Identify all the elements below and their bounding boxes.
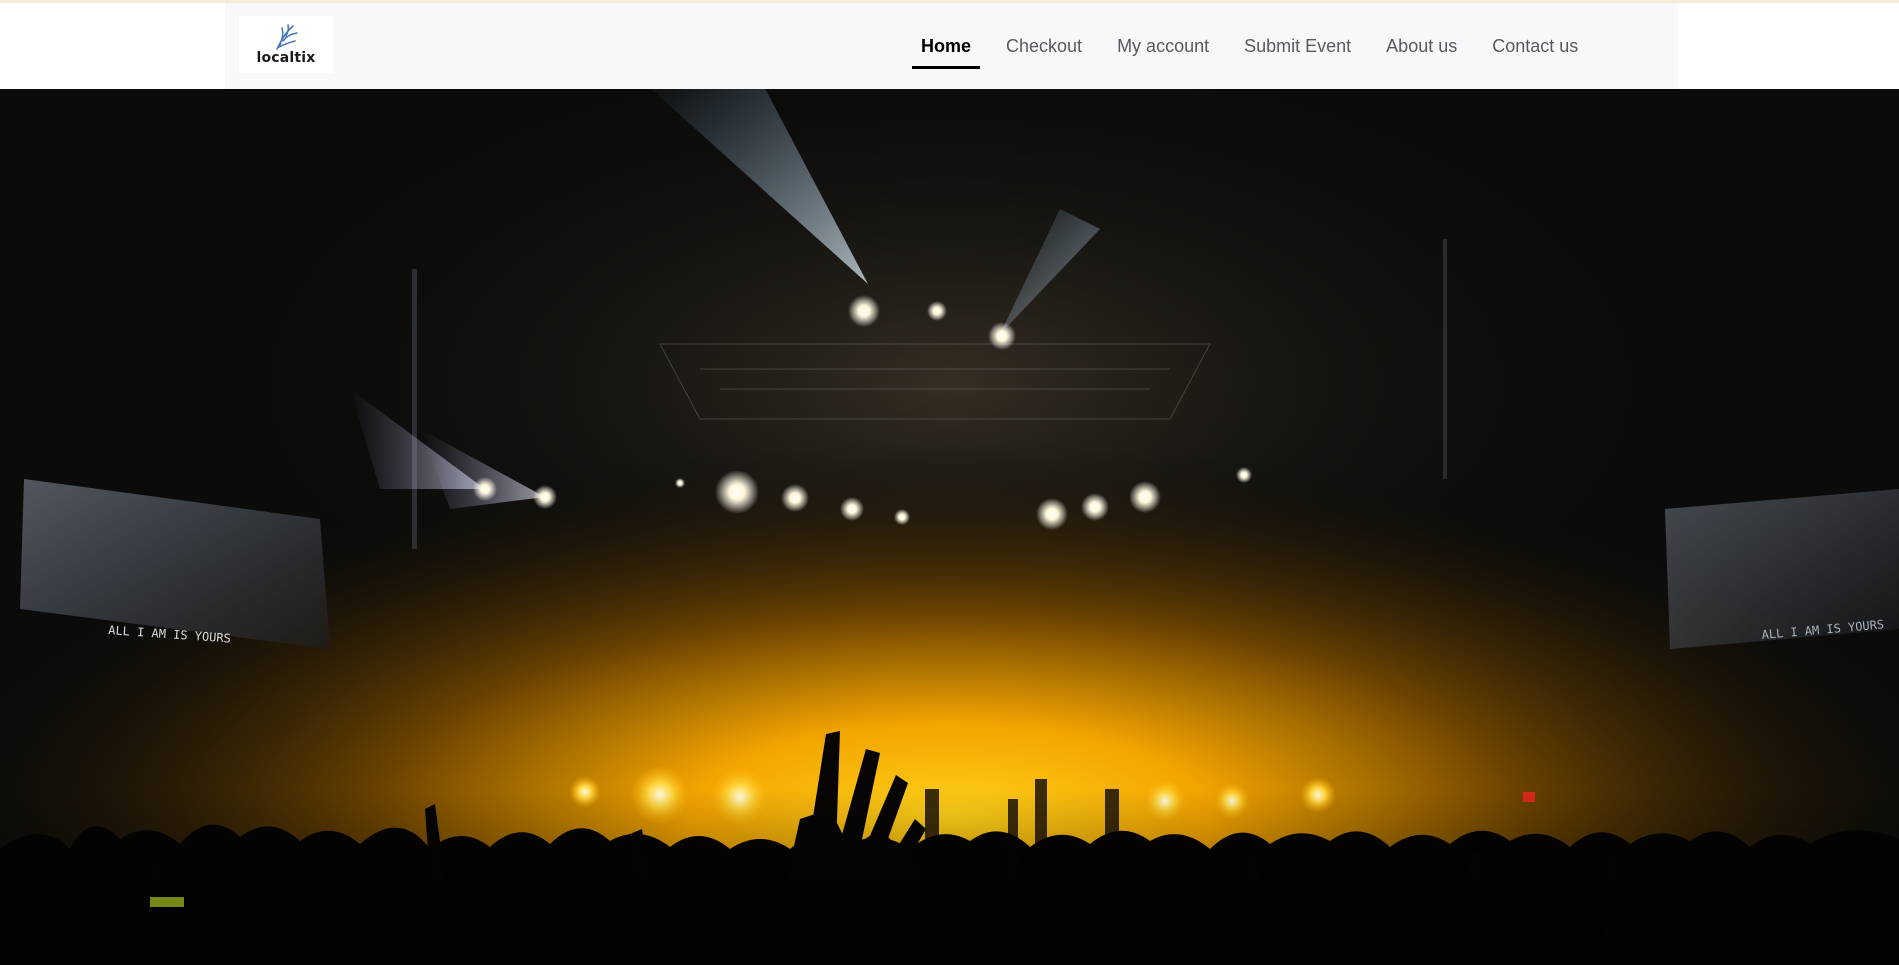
brand-logo[interactable]: localtix xyxy=(239,16,333,73)
nav-home[interactable]: Home xyxy=(912,3,981,89)
nav-submit-event[interactable]: Submit Event xyxy=(1235,3,1360,89)
nav-checkout[interactable]: Checkout xyxy=(997,3,1091,89)
leaf-logo-icon xyxy=(276,24,298,50)
nav-contact-us[interactable]: Contact us xyxy=(1483,3,1587,89)
main-nav: Home Checkout My account Submit Event Ab… xyxy=(912,3,1604,89)
concert-hero-image: ALL I AM IS YOURS ALL I AM IS YOURS xyxy=(0,89,1899,965)
phone-screen xyxy=(150,897,184,907)
nav-about-us[interactable]: About us xyxy=(1377,3,1466,89)
nav-my-account[interactable]: My account xyxy=(1108,3,1218,89)
hero-banner: ALL I AM IS YOURS ALL I AM IS YOURS xyxy=(0,89,1899,965)
header-container: localtix Home Checkout My account Submit… xyxy=(225,3,1678,89)
brand-name: localtix xyxy=(256,50,316,66)
site-header: localtix Home Checkout My account Submit… xyxy=(0,3,1899,89)
